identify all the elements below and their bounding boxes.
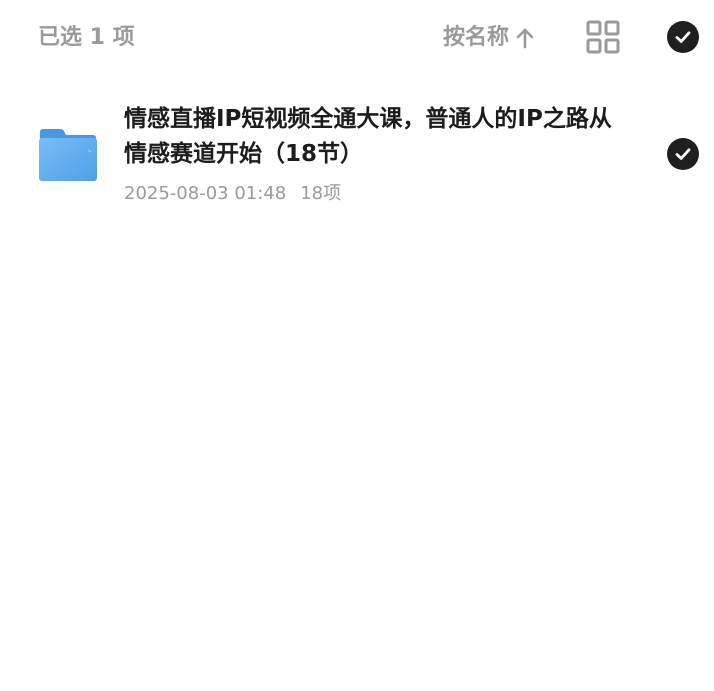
- sort-by-name-button[interactable]: 按名称: [443, 22, 535, 54]
- sort-label: 按名称: [443, 25, 510, 50]
- file-item-count: 18项: [300, 183, 342, 204]
- check-icon: [675, 31, 691, 43]
- grid-view-icon: [586, 20, 620, 54]
- select-all-checkbox[interactable]: [667, 21, 699, 53]
- file-name: 情感直播IP短视频全通大课，普通人的IP之路从情感赛道开始（18节）: [124, 106, 612, 167]
- arrow-up-icon: [515, 27, 535, 49]
- check-icon: [675, 148, 691, 160]
- selection-header: 已选 1 项 按名称: [0, 0, 714, 76]
- file-meta: 2025-08-03 01:48 18项: [124, 181, 341, 207]
- file-date: 2025-08-03 01:48: [124, 183, 287, 204]
- grid-view-button[interactable]: [586, 20, 620, 54]
- folder-icon: [38, 128, 98, 182]
- file-list-item[interactable]: 情感直播IP短视频全通大课，普通人的IP之路从情感赛道开始（18节） 2025-…: [0, 90, 714, 220]
- selected-count-label: 已选 1 项: [38, 25, 135, 50]
- file-select-checkbox[interactable]: [667, 138, 699, 170]
